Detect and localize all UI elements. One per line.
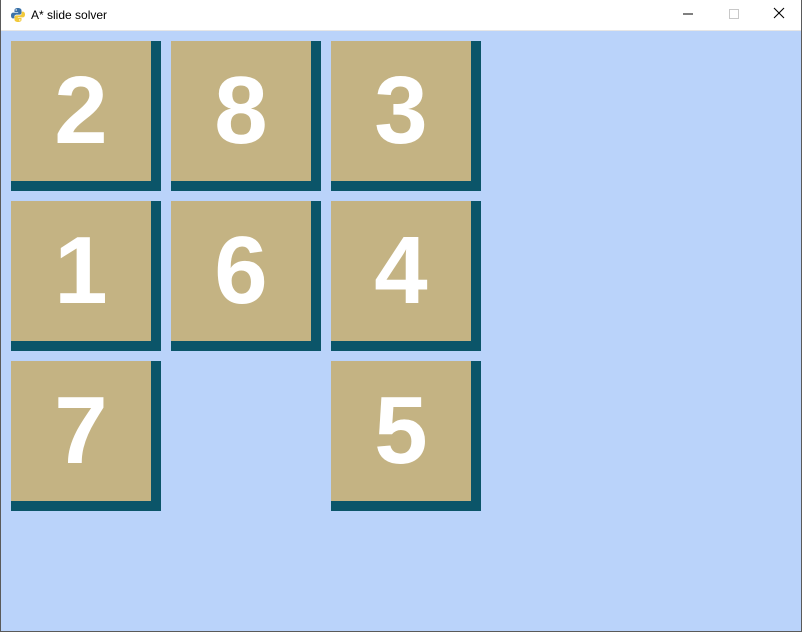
puzzle-board: 2 8 3 1 6 4 7 5 — [1, 31, 801, 631]
puzzle-tile[interactable]: 5 — [331, 361, 481, 511]
tile-number: 6 — [214, 217, 268, 324]
minimize-icon — [683, 6, 693, 24]
tile-face: 4 — [331, 201, 471, 341]
tile-number: 2 — [54, 57, 108, 164]
tile-number: 1 — [54, 217, 108, 324]
puzzle-tile[interactable]: 2 — [11, 41, 161, 191]
tile-face: 2 — [11, 41, 151, 181]
puzzle-tile[interactable]: 7 — [11, 361, 161, 511]
tile-number: 3 — [374, 57, 428, 164]
tile-face: 5 — [331, 361, 471, 501]
tile-face: 1 — [11, 201, 151, 341]
title-bar[interactable]: A* slide solver — [1, 0, 801, 31]
puzzle-tile[interactable]: 3 — [331, 41, 481, 191]
puzzle-tile[interactable]: 8 — [171, 41, 321, 191]
minimize-button[interactable] — [665, 0, 711, 30]
tile-number: 4 — [374, 217, 428, 324]
close-icon — [773, 6, 785, 24]
maximize-icon — [729, 6, 739, 24]
close-button[interactable] — [756, 0, 802, 30]
maximize-button[interactable] — [711, 0, 757, 30]
tile-face: 6 — [171, 201, 311, 341]
tile-number: 8 — [214, 57, 268, 164]
puzzle-tile[interactable]: 4 — [331, 201, 481, 351]
tile-number: 7 — [54, 377, 108, 484]
tile-face: 8 — [171, 41, 311, 181]
tile-number: 5 — [374, 377, 428, 484]
tile-face: 7 — [11, 361, 151, 501]
app-window: A* slide solver 2 8 3 1 6 4 7 5 — [0, 0, 802, 632]
tile-face: 3 — [331, 41, 471, 181]
puzzle-tile[interactable]: 6 — [171, 201, 321, 351]
window-title: A* slide solver — [31, 8, 108, 22]
python-icon — [10, 7, 26, 23]
puzzle-tile[interactable]: 1 — [11, 201, 161, 351]
